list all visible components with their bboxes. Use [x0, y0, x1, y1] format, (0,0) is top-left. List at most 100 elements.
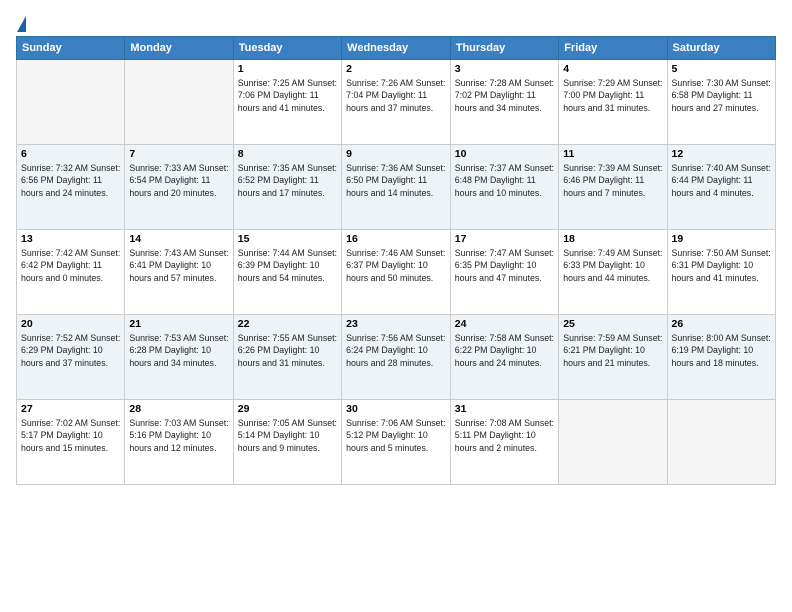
day-detail: Sunrise: 7:36 AM Sunset: 6:50 PM Dayligh…	[346, 162, 446, 199]
day-number: 21	[129, 318, 228, 330]
day-detail: Sunrise: 7:55 AM Sunset: 6:26 PM Dayligh…	[238, 332, 337, 369]
weekday-header-thursday: Thursday	[450, 37, 558, 60]
calendar-cell: 14Sunrise: 7:43 AM Sunset: 6:41 PM Dayli…	[125, 230, 233, 315]
calendar-header: SundayMondayTuesdayWednesdayThursdayFrid…	[17, 37, 776, 60]
calendar-cell: 27 Sunrise: 7:02 AM Sunset: 5:17 PM Dayli…	[17, 400, 125, 485]
day-number: 5	[672, 63, 772, 75]
calendar-week-3: 20Sunrise: 7:52 AM Sunset: 6:29 PM Dayli…	[17, 315, 776, 400]
day-number: 6	[21, 148, 120, 160]
calendar-cell: 13Sunrise: 7:42 AM Sunset: 6:42 PM Dayli…	[17, 230, 125, 315]
day-number: 11	[563, 148, 662, 160]
day-detail: Sunrise: 7:26 AM Sunset: 7:04 PM Dayligh…	[346, 77, 446, 114]
day-number: 18	[563, 233, 662, 245]
calendar-cell: 18 Sunrise: 7:49 AM Sunset: 6:33 PM Dayli…	[559, 230, 667, 315]
day-detail: Sunrise: 7:53 AM Sunset: 6:28 PM Dayligh…	[129, 332, 228, 369]
day-number: 31	[455, 403, 554, 415]
day-detail: Sunrise: 7:28 AM Sunset: 7:02 PM Dayligh…	[455, 77, 554, 114]
day-detail: Sunrise: 7:44 AM Sunset: 6:39 PM Dayligh…	[238, 247, 337, 284]
day-number: 25	[563, 318, 662, 330]
calendar-week-0: 1Sunrise: 7:25 AM Sunset: 7:06 PM Daylig…	[17, 60, 776, 145]
day-number: 15	[238, 233, 337, 245]
header	[16, 16, 776, 30]
calendar-week-1: 6Sunrise: 7:32 AM Sunset: 6:56 PM Daylig…	[17, 145, 776, 230]
day-number: 26	[672, 318, 772, 330]
calendar-table: SundayMondayTuesdayWednesdayThursdayFrid…	[16, 36, 776, 485]
day-number: 16	[346, 233, 446, 245]
calendar-cell	[17, 60, 125, 145]
weekday-header-tuesday: Tuesday	[233, 37, 341, 60]
calendar-cell: 17 Sunrise: 7:47 AM Sunset: 6:35 PM Dayli…	[450, 230, 558, 315]
day-number: 3	[455, 63, 554, 75]
day-detail: Sunrise: 7:30 AM Sunset: 6:58 PM Dayligh…	[672, 77, 772, 114]
calendar-cell: 4Sunrise: 7:29 AM Sunset: 7:00 PM Daylig…	[559, 60, 667, 145]
day-number: 7	[129, 148, 228, 160]
day-number: 9	[346, 148, 446, 160]
day-detail: Sunrise: 7:58 AM Sunset: 6:22 PM Dayligh…	[455, 332, 554, 369]
calendar-cell: 8 Sunrise: 7:35 AM Sunset: 6:52 PM Daylig…	[233, 145, 341, 230]
day-detail: Sunrise: 7:37 AM Sunset: 6:48 PM Dayligh…	[455, 162, 554, 199]
calendar-cell: 25Sunrise: 7:59 AM Sunset: 6:21 PM Dayli…	[559, 315, 667, 400]
day-detail: Sunrise: 7:35 AM Sunset: 6:52 PM Dayligh…	[238, 162, 337, 199]
calendar-cell: 23 Sunrise: 7:56 AM Sunset: 6:24 PM Dayli…	[342, 315, 451, 400]
calendar-cell: 22 Sunrise: 7:55 AM Sunset: 6:26 PM Dayli…	[233, 315, 341, 400]
calendar-body: 1Sunrise: 7:25 AM Sunset: 7:06 PM Daylig…	[17, 60, 776, 485]
logo-triangle-icon	[17, 16, 26, 32]
calendar-cell	[125, 60, 233, 145]
calendar-cell: 26 Sunrise: 8:00 AM Sunset: 6:19 PM Dayli…	[667, 315, 776, 400]
day-detail: Sunrise: 7:56 AM Sunset: 6:24 PM Dayligh…	[346, 332, 446, 369]
calendar-cell: 11Sunrise: 7:39 AM Sunset: 6:46 PM Dayli…	[559, 145, 667, 230]
calendar-cell: 6Sunrise: 7:32 AM Sunset: 6:56 PM Daylig…	[17, 145, 125, 230]
weekday-header-monday: Monday	[125, 37, 233, 60]
calendar-cell: 30 Sunrise: 7:06 AM Sunset: 5:12 PM Dayli…	[342, 400, 451, 485]
calendar-cell: 21 Sunrise: 7:53 AM Sunset: 6:28 PM Dayli…	[125, 315, 233, 400]
day-detail: Sunrise: 7:42 AM Sunset: 6:42 PM Dayligh…	[21, 247, 120, 284]
day-number: 2	[346, 63, 446, 75]
calendar-cell: 2 Sunrise: 7:26 AM Sunset: 7:04 PM Daylig…	[342, 60, 451, 145]
calendar-cell: 24Sunrise: 7:58 AM Sunset: 6:22 PM Dayli…	[450, 315, 558, 400]
calendar-week-4: 27 Sunrise: 7:02 AM Sunset: 5:17 PM Dayli…	[17, 400, 776, 485]
day-detail: Sunrise: 7:06 AM Sunset: 5:12 PM Dayligh…	[346, 417, 446, 454]
calendar-cell: 7 Sunrise: 7:33 AM Sunset: 6:54 PM Daylig…	[125, 145, 233, 230]
day-number: 19	[672, 233, 772, 245]
calendar-cell: 16 Sunrise: 7:46 AM Sunset: 6:37 PM Dayli…	[342, 230, 451, 315]
day-detail: Sunrise: 7:49 AM Sunset: 6:33 PM Dayligh…	[563, 247, 662, 284]
day-detail: Sunrise: 7:50 AM Sunset: 6:31 PM Dayligh…	[672, 247, 772, 284]
day-detail: Sunrise: 7:03 AM Sunset: 5:16 PM Dayligh…	[129, 417, 228, 454]
day-number: 29	[238, 403, 337, 415]
weekday-header-row: SundayMondayTuesdayWednesdayThursdayFrid…	[17, 37, 776, 60]
calendar-cell: 28Sunrise: 7:03 AM Sunset: 5:16 PM Dayli…	[125, 400, 233, 485]
day-detail: Sunrise: 7:33 AM Sunset: 6:54 PM Dayligh…	[129, 162, 228, 199]
logo	[16, 16, 26, 30]
calendar-cell: 31Sunrise: 7:08 AM Sunset: 5:11 PM Dayli…	[450, 400, 558, 485]
day-detail: Sunrise: 7:29 AM Sunset: 7:00 PM Dayligh…	[563, 77, 662, 114]
day-number: 22	[238, 318, 337, 330]
day-number: 17	[455, 233, 554, 245]
day-number: 23	[346, 318, 446, 330]
weekday-header-wednesday: Wednesday	[342, 37, 451, 60]
calendar-week-2: 13Sunrise: 7:42 AM Sunset: 6:42 PM Dayli…	[17, 230, 776, 315]
day-detail: Sunrise: 7:02 AM Sunset: 5:17 PM Dayligh…	[21, 417, 120, 454]
day-number: 27	[21, 403, 120, 415]
day-detail: Sunrise: 8:00 AM Sunset: 6:19 PM Dayligh…	[672, 332, 772, 369]
day-detail: Sunrise: 7:05 AM Sunset: 5:14 PM Dayligh…	[238, 417, 337, 454]
calendar-cell: 1Sunrise: 7:25 AM Sunset: 7:06 PM Daylig…	[233, 60, 341, 145]
calendar-cell: 15 Sunrise: 7:44 AM Sunset: 6:39 PM Dayli…	[233, 230, 341, 315]
day-number: 10	[455, 148, 554, 160]
weekday-header-saturday: Saturday	[667, 37, 776, 60]
calendar-cell: 3 Sunrise: 7:28 AM Sunset: 7:02 PM Daylig…	[450, 60, 558, 145]
weekday-header-sunday: Sunday	[17, 37, 125, 60]
page: SundayMondayTuesdayWednesdayThursdayFrid…	[0, 0, 792, 495]
day-detail: Sunrise: 7:43 AM Sunset: 6:41 PM Dayligh…	[129, 247, 228, 284]
calendar-cell	[667, 400, 776, 485]
calendar-cell: 5 Sunrise: 7:30 AM Sunset: 6:58 PM Daylig…	[667, 60, 776, 145]
calendar-cell: 12Sunrise: 7:40 AM Sunset: 6:44 PM Dayli…	[667, 145, 776, 230]
day-detail: Sunrise: 7:46 AM Sunset: 6:37 PM Dayligh…	[346, 247, 446, 284]
weekday-header-friday: Friday	[559, 37, 667, 60]
calendar-cell: 29 Sunrise: 7:05 AM Sunset: 5:14 PM Dayli…	[233, 400, 341, 485]
day-number: 8	[238, 148, 337, 160]
calendar-cell: 10 Sunrise: 7:37 AM Sunset: 6:48 PM Dayli…	[450, 145, 558, 230]
day-detail: Sunrise: 7:52 AM Sunset: 6:29 PM Dayligh…	[21, 332, 120, 369]
day-number: 30	[346, 403, 446, 415]
day-number: 1	[238, 63, 337, 75]
day-detail: Sunrise: 7:47 AM Sunset: 6:35 PM Dayligh…	[455, 247, 554, 284]
